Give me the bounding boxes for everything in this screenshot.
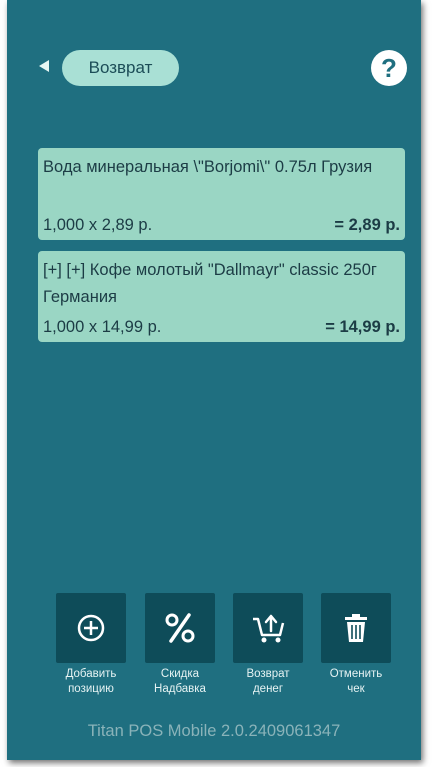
action-bar: Добавить позицию Скидка Надбавка Возврат… — [7, 593, 421, 703]
add-position-button[interactable]: Добавить позицию — [53, 593, 129, 697]
item-qty-price: 1,000 x 14,99 р. — [43, 318, 162, 336]
receipt-item[interactable]: [+] [+] Кофе молотый "Dallmayr" classic … — [38, 251, 405, 342]
item-qty-price: 1,000 x 2,89 р. — [43, 216, 153, 234]
receipt-item[interactable]: Вода минеральная \"Borjomi\" 0.75л Грузи… — [38, 148, 405, 240]
refund-money-button[interactable]: Возврат денег — [230, 593, 306, 697]
app-version: Titan POS Mobile 2.0.2409061347 — [87, 722, 341, 740]
trash-icon — [345, 614, 367, 642]
refund-money-label: Возврат денег — [246, 668, 290, 695]
mode-title-pill[interactable]: Возврат — [62, 50, 179, 86]
discount-markup-button[interactable]: Скидка Надбавка — [142, 593, 218, 697]
help-icon[interactable]: ? — [371, 50, 407, 86]
item-total: = 14,99 р. — [325, 318, 400, 336]
app-screen: Возврат ? Вода минеральная \"Borjomi\" 0… — [7, 0, 421, 760]
cancel-receipt-button[interactable]: Отменить чек — [318, 593, 394, 697]
back-arrow-icon[interactable] — [39, 60, 49, 72]
plus-circle-icon — [77, 614, 105, 642]
item-name: [+] [+] Кофе молотый "Dallmayr" classic … — [43, 261, 377, 306]
cancel-receipt-tile[interactable] — [321, 593, 391, 663]
discount-markup-label: Скидка Надбавка — [154, 668, 206, 695]
discount-markup-tile[interactable] — [145, 593, 215, 663]
item-total: = 2,89 р. — [334, 216, 400, 234]
refund-money-tile[interactable] — [233, 593, 303, 663]
item-name: Вода минеральная \"Borjomi\" 0.75л Грузи… — [43, 158, 373, 176]
add-position-label: Добавить позицию — [65, 668, 117, 695]
cart-return-icon — [253, 614, 285, 643]
add-position-tile[interactable] — [56, 593, 126, 663]
cancel-receipt-label: Отменить чек — [329, 668, 383, 695]
top-bar: Возврат ? — [7, 48, 421, 92]
percent-icon — [165, 613, 195, 643]
